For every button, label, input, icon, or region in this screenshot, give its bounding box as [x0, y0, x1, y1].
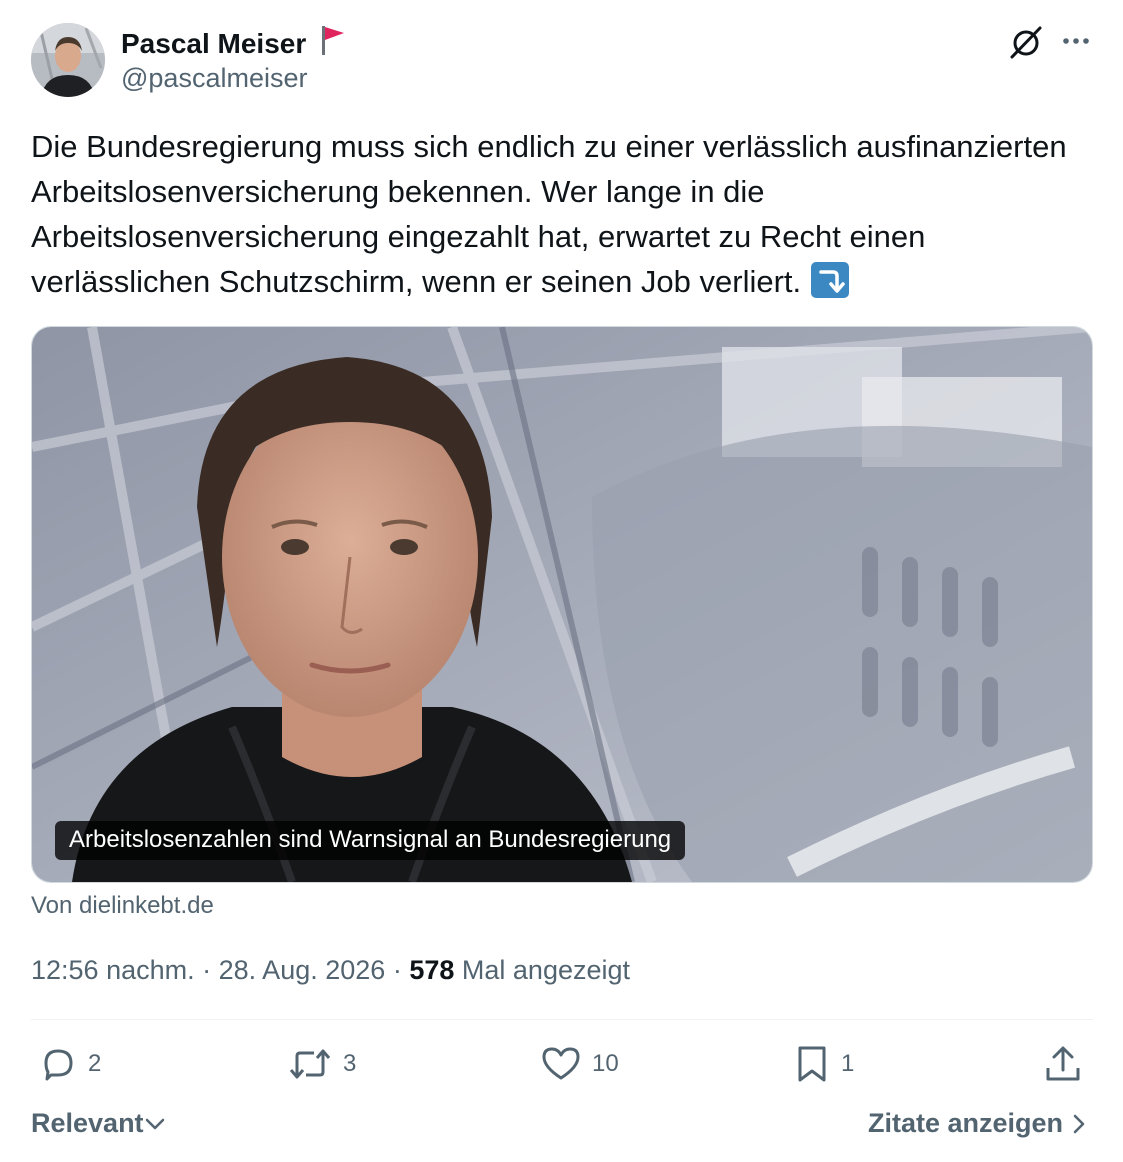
link-card-title: Arbeitslosenzahlen sind Warnsignal an Bu… — [55, 821, 686, 860]
avatar[interactable] — [31, 23, 105, 97]
share-button[interactable] — [1043, 1043, 1093, 1085]
heart-icon — [542, 1047, 580, 1080]
meta-separator-2: · — [392, 955, 402, 985]
sort-replies-dropdown[interactable]: Relevant — [31, 1108, 166, 1139]
right-arrow-curving-down-emoji — [811, 262, 850, 298]
repost-count: 3 — [343, 1050, 357, 1077]
views-label: Mal angezeigt — [461, 955, 631, 985]
bookmark-button[interactable]: 1 — [795, 1043, 854, 1085]
repost-button[interactable]: 3 — [287, 1043, 356, 1085]
tweet-meta: 12:56 nachm. · 28. Aug. 2026 · 578 Mal a… — [31, 955, 630, 986]
link-card[interactable]: Arbeitslosenzahlen sind Warnsignal an Bu… — [31, 326, 1093, 883]
view-quotes-link[interactable]: Zitate anzeigen — [868, 1108, 1089, 1139]
repost-icon — [289, 1049, 331, 1079]
grok-icon[interactable] — [1006, 24, 1046, 60]
meta-separator-1: · — [202, 955, 212, 985]
tweet-text-body: Die Bundesregierung muss sich endlich zu… — [31, 129, 1067, 299]
author-name[interactable]: Pascal Meiser — [121, 24, 346, 63]
like-count: 10 — [592, 1050, 619, 1077]
chevron-down-icon — [145, 1118, 164, 1129]
reply-button[interactable]: 2 — [38, 1043, 101, 1085]
reply-count: 2 — [88, 1050, 102, 1077]
chevron-right-icon — [1073, 1114, 1085, 1133]
share-icon — [1046, 1046, 1080, 1081]
tweet-time[interactable]: 12:56 nachm. — [31, 955, 195, 985]
red-flag-icon — [320, 24, 346, 63]
link-source[interactable]: Von dielinkebt.de — [31, 892, 214, 920]
quotes-label: Zitate anzeigen — [867, 1108, 1063, 1138]
avatar-photo — [31, 23, 105, 97]
like-button[interactable]: 10 — [540, 1043, 619, 1085]
more-options-icon[interactable] — [1060, 28, 1092, 54]
author-handle[interactable]: @pascalmeiser — [121, 63, 307, 94]
link-card-image — [32, 327, 1092, 882]
bookmark-icon — [798, 1046, 826, 1082]
tweet-text: Die Bundesregierung muss sich endlich zu… — [31, 124, 1093, 304]
sort-label: Relevant — [31, 1108, 144, 1138]
divider — [31, 1019, 1093, 1020]
reply-icon — [44, 1049, 73, 1081]
author-name-text: Pascal Meiser — [121, 27, 307, 59]
views-count: 578 — [409, 955, 455, 985]
tweet-date[interactable]: 28. Aug. 2026 — [219, 955, 386, 985]
bookmark-count: 1 — [841, 1050, 855, 1077]
